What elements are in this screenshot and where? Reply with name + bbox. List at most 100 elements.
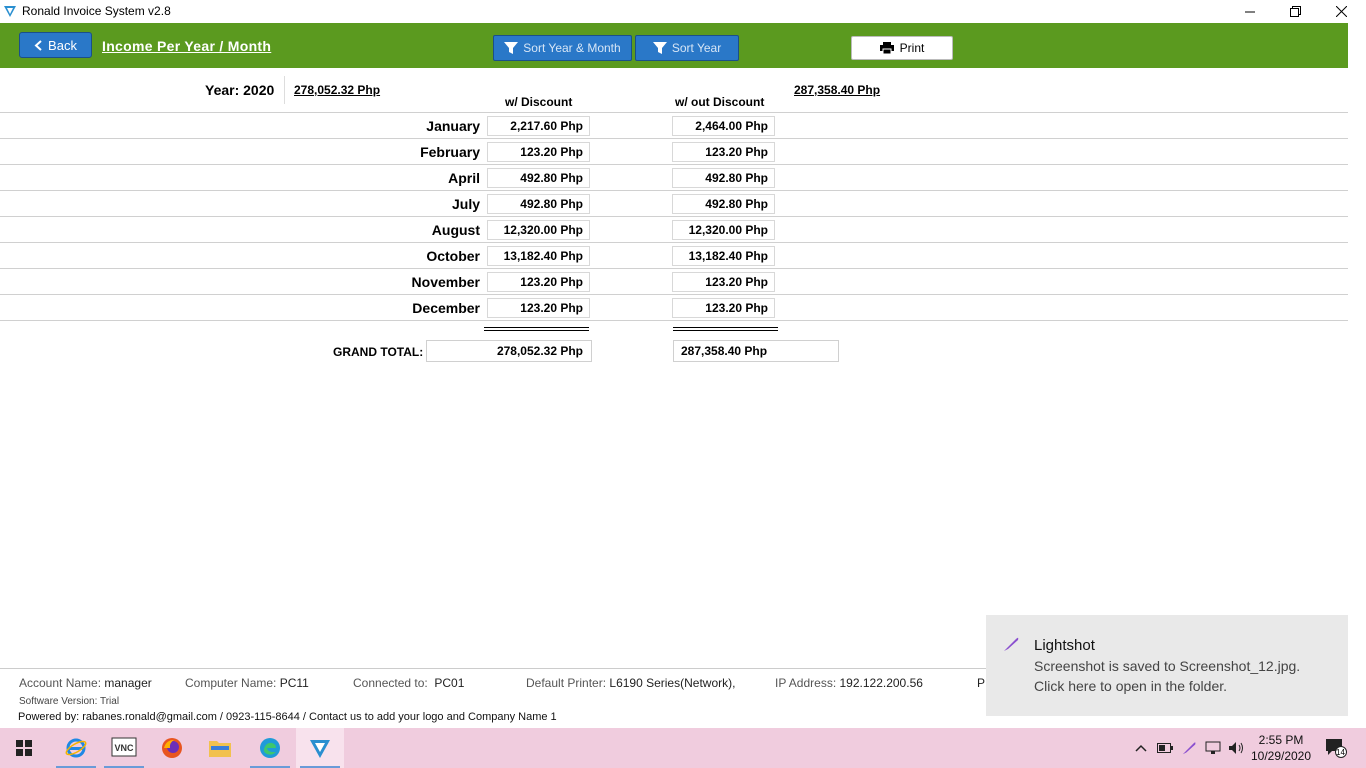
- taskbar-firefox[interactable]: [148, 728, 196, 768]
- grand-total-without-discount: 287,358.40 Php: [673, 340, 839, 362]
- year-summary-row: Year: 2020 278,052.32 Php 287,358.40 Php…: [0, 76, 1348, 113]
- month-row: February 123.20 Php 123.20 Php: [0, 139, 1348, 165]
- action-center-button[interactable]: 14: [1322, 728, 1350, 768]
- software-version: Software Version: Trial: [19, 696, 120, 707]
- invoice-app-icon: [310, 740, 330, 758]
- close-icon: [1335, 6, 1347, 17]
- without-discount-value: 123.20 Php: [672, 142, 775, 162]
- restore-button[interactable]: [1272, 0, 1318, 23]
- minimize-icon: [1245, 11, 1255, 12]
- windows-icon: [16, 740, 32, 756]
- taskbar-file-explorer[interactable]: [196, 728, 244, 768]
- connected-to-info: Connected to: PC01: [353, 676, 465, 690]
- network-tray-button[interactable]: [1203, 728, 1223, 768]
- total-underline: [484, 327, 589, 331]
- battery-tray-button[interactable]: [1155, 728, 1175, 768]
- without-discount-value: 492.80 Php: [672, 168, 775, 188]
- without-discount-value: 123.20 Php: [672, 298, 775, 318]
- year-total-with-discount[interactable]: 278,052.32 Php: [294, 83, 380, 97]
- sort-year-button[interactable]: Sort Year: [635, 35, 739, 61]
- month-row: August 12,320.00 Php 12,320.00 Php: [0, 217, 1348, 243]
- month-row: December 123.20 Php 123.20 Php: [0, 295, 1348, 321]
- month-name: July: [451, 196, 480, 212]
- powered-by: Powered by: rabanes.ronald@gmail.com / 0…: [18, 711, 557, 723]
- month-name: February: [420, 144, 480, 160]
- app-logo-icon: [4, 6, 16, 17]
- without-discount-value: 2,464.00 Php: [672, 116, 775, 136]
- printer-icon: [879, 42, 894, 54]
- with-discount-value: 2,217.60 Php: [487, 116, 590, 136]
- account-name-info: Account Name: manager: [19, 676, 152, 690]
- month-row: July 492.80 Php 492.80 Php: [0, 191, 1348, 217]
- sort-year-month-label: Sort Year & Month: [523, 41, 621, 55]
- taskbar-internet-explorer[interactable]: [52, 728, 100, 768]
- taskbar-edge[interactable]: [246, 728, 294, 768]
- without-discount-value: 492.80 Php: [672, 194, 775, 214]
- footer-truncated-text: P: [977, 676, 986, 690]
- year-total-without-discount[interactable]: 287,358.40 Php: [794, 83, 880, 97]
- clock-date: 10/29/2020: [1250, 749, 1312, 763]
- with-discount-value: 12,320.00 Php: [487, 220, 590, 240]
- ip-address-info: IP Address: 192.122.200.56: [775, 676, 923, 690]
- sort-year-label: Sort Year: [671, 41, 722, 55]
- feather-icon: [1004, 637, 1019, 651]
- notification-message: Screenshot is saved to Screenshot_12.jpg…: [1034, 658, 1301, 674]
- notification-message: Click here to open in the folder.: [1034, 678, 1228, 694]
- print-button[interactable]: Print: [851, 36, 953, 60]
- title-bar: Ronald Invoice System v2.8: [0, 0, 1366, 23]
- taskbar-invoice-system[interactable]: [296, 728, 344, 768]
- month-name: December: [412, 300, 480, 316]
- notification-title: Lightshot: [1034, 637, 1095, 654]
- battery-icon: [1157, 743, 1173, 753]
- notification-count-badge: 14: [1336, 748, 1345, 757]
- filter-icon: [504, 42, 519, 54]
- header-bar: Back Income Per Year / Month Sort Year &…: [0, 23, 1348, 68]
- minimize-button[interactable]: [1227, 0, 1273, 23]
- clock-time: 2:55 PM: [1258, 733, 1304, 747]
- vnc-viewer-icon: VNC: [111, 737, 137, 757]
- start-button[interactable]: [0, 728, 48, 768]
- print-button-label: Print: [899, 41, 925, 55]
- lightshot-notification[interactable]: Lightshot Screenshot is saved to Screens…: [986, 615, 1348, 716]
- edge-icon: [260, 738, 280, 758]
- divider: [284, 76, 285, 104]
- sort-year-month-button[interactable]: Sort Year & Month: [493, 35, 632, 61]
- month-row: October 13,182.40 Php 13,182.40 Php: [0, 243, 1348, 269]
- month-name: April: [448, 170, 480, 186]
- taskbar-clock[interactable]: 2:55 PM 10/29/2020: [1244, 732, 1318, 764]
- back-button[interactable]: Back: [19, 32, 92, 58]
- grand-total-with-discount: 278,052.32 Php: [426, 340, 592, 362]
- grand-total-label: GRAND TOTAL:: [333, 345, 424, 359]
- with-discount-value: 492.80 Php: [487, 168, 590, 188]
- default-printer-info: Default Printer: L6190 Series(Network),: [526, 676, 736, 690]
- without-discount-value: 12,320.00 Php: [672, 220, 775, 240]
- month-name: November: [411, 274, 480, 290]
- month-row: November 123.20 Php 123.20 Php: [0, 269, 1348, 295]
- month-name: August: [431, 222, 480, 238]
- year-label: Year: 2020: [205, 82, 275, 98]
- column-header-with-discount: w/ Discount: [505, 95, 573, 109]
- chevron-left-icon: [34, 39, 42, 51]
- with-discount-value: 123.20 Php: [487, 298, 590, 318]
- month-name: October: [426, 248, 480, 264]
- filter-icon: [652, 42, 667, 54]
- lightshot-tray-button[interactable]: [1179, 728, 1199, 768]
- with-discount-value: 123.20 Php: [487, 142, 590, 162]
- restore-icon: [1289, 6, 1301, 17]
- month-name: January: [426, 118, 480, 134]
- month-row: April 492.80 Php 492.80 Php: [0, 165, 1348, 191]
- firefox-icon: [162, 738, 182, 758]
- taskbar: VNC 2:55 PM 10/29/2020 14: [0, 728, 1366, 768]
- close-button[interactable]: [1318, 0, 1364, 23]
- folder-icon: [209, 741, 231, 757]
- total-underline: [673, 327, 778, 331]
- back-button-label: Back: [48, 37, 77, 53]
- show-hidden-icons-button[interactable]: [1131, 728, 1151, 768]
- computer-name-info: Computer Name: PC11: [185, 676, 309, 690]
- with-discount-value: 492.80 Php: [487, 194, 590, 214]
- taskbar-vnc[interactable]: VNC: [100, 728, 148, 768]
- chevron-up-icon: [1135, 744, 1147, 752]
- svg-text:VNC: VNC: [114, 743, 134, 753]
- page-title: Income Per Year / Month: [102, 38, 272, 54]
- window-title: Ronald Invoice System v2.8: [22, 4, 171, 18]
